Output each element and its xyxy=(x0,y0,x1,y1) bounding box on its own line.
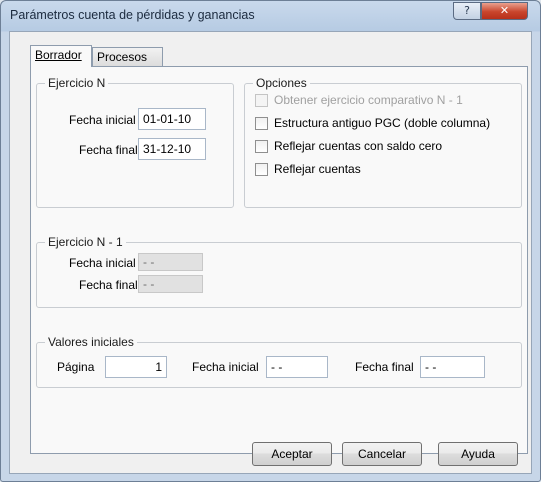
valores-fecha-final-label: Fecha final xyxy=(355,360,414,374)
checkbox-reflejar-cuentas[interactable] xyxy=(255,163,268,176)
ejercicio-n-fecha-final-input[interactable]: 31-12-10 xyxy=(138,138,206,160)
checkbox-comparativo[interactable] xyxy=(255,94,268,107)
tab-borrador-label: Borrador xyxy=(35,48,82,62)
checkbox-saldo-cero-label: Reflejar cuentas con saldo cero xyxy=(274,139,443,153)
valores-fecha-final-input[interactable]: - - xyxy=(420,356,485,378)
group-ejercicio-n-legend: Ejercicio N xyxy=(45,76,109,90)
group-opciones: Opciones Obtener ejercicio comparativo N… xyxy=(244,76,522,208)
checkbox-reflejar-cuentas-label: Reflejar cuentas xyxy=(274,162,361,176)
window-title: Parámetros cuenta de pérdidas y ganancia… xyxy=(10,8,255,22)
ejercicio-n1-fecha-inicial-label: Fecha inicial xyxy=(69,256,136,270)
group-ejercicio-n: Ejercicio N Fecha inicial 01-01-10 Fecha… xyxy=(36,76,234,208)
pagina-label: Página xyxy=(57,360,95,374)
checkbox-estructura-antiguo-label: Estructura antiguo PGC (doble columna) xyxy=(274,116,491,130)
accept-button[interactable]: Aceptar xyxy=(252,442,332,466)
checkbox-saldo-cero[interactable] xyxy=(255,140,268,153)
help-title-button[interactable]: ? xyxy=(453,2,481,20)
help-button[interactable]: Ayuda xyxy=(438,442,518,466)
ejercicio-n-fecha-inicial-input[interactable]: 01-01-10 xyxy=(138,108,206,130)
group-valores-iniciales: Valores iniciales Página 1 Fecha inicial… xyxy=(36,335,522,388)
tab-procesos[interactable]: Procesos xyxy=(92,47,163,67)
checkbox-estructura-antiguo[interactable] xyxy=(255,117,268,130)
tab-procesos-label: Procesos xyxy=(97,50,148,64)
dialog-client-area: Borrador Procesos Ejercicio N Fecha inic… xyxy=(9,31,532,474)
group-opciones-legend: Opciones xyxy=(253,76,310,90)
valores-fecha-inicial-label: Fecha inicial xyxy=(192,360,259,374)
ejercicio-n1-fecha-inicial-input[interactable]: - - xyxy=(138,253,203,271)
checkbox-comparativo-label: Obtener ejercicio comparativo N - 1 xyxy=(274,93,463,107)
close-button[interactable]: ✕ xyxy=(481,2,528,20)
pagina-input[interactable]: 1 xyxy=(105,356,167,378)
valores-fecha-inicial-input[interactable]: - - xyxy=(266,356,328,378)
ejercicio-n-fecha-inicial-label: Fecha inicial xyxy=(69,113,136,127)
dialog-window: Parámetros cuenta de pérdidas y ganancia… xyxy=(0,0,541,482)
group-ejercicio-n1-legend: Ejercicio N - 1 xyxy=(45,235,126,249)
group-valores-iniciales-legend: Valores iniciales xyxy=(45,335,137,349)
ejercicio-n-fecha-final-label: Fecha final xyxy=(79,143,138,157)
tab-pane-borrador: Ejercicio N Fecha inicial 01-01-10 Fecha… xyxy=(30,66,528,454)
ejercicio-n1-fecha-final-input[interactable]: - - xyxy=(138,275,203,293)
tab-borrador[interactable]: Borrador xyxy=(30,45,92,67)
ejercicio-n1-fecha-final-label: Fecha final xyxy=(79,278,138,292)
title-bar[interactable]: Parámetros cuenta de pérdidas y ganancia… xyxy=(1,1,540,31)
cancel-button[interactable]: Cancelar xyxy=(342,442,422,466)
group-ejercicio-n1: Ejercicio N - 1 Fecha inicial - - Fecha … xyxy=(36,235,522,308)
